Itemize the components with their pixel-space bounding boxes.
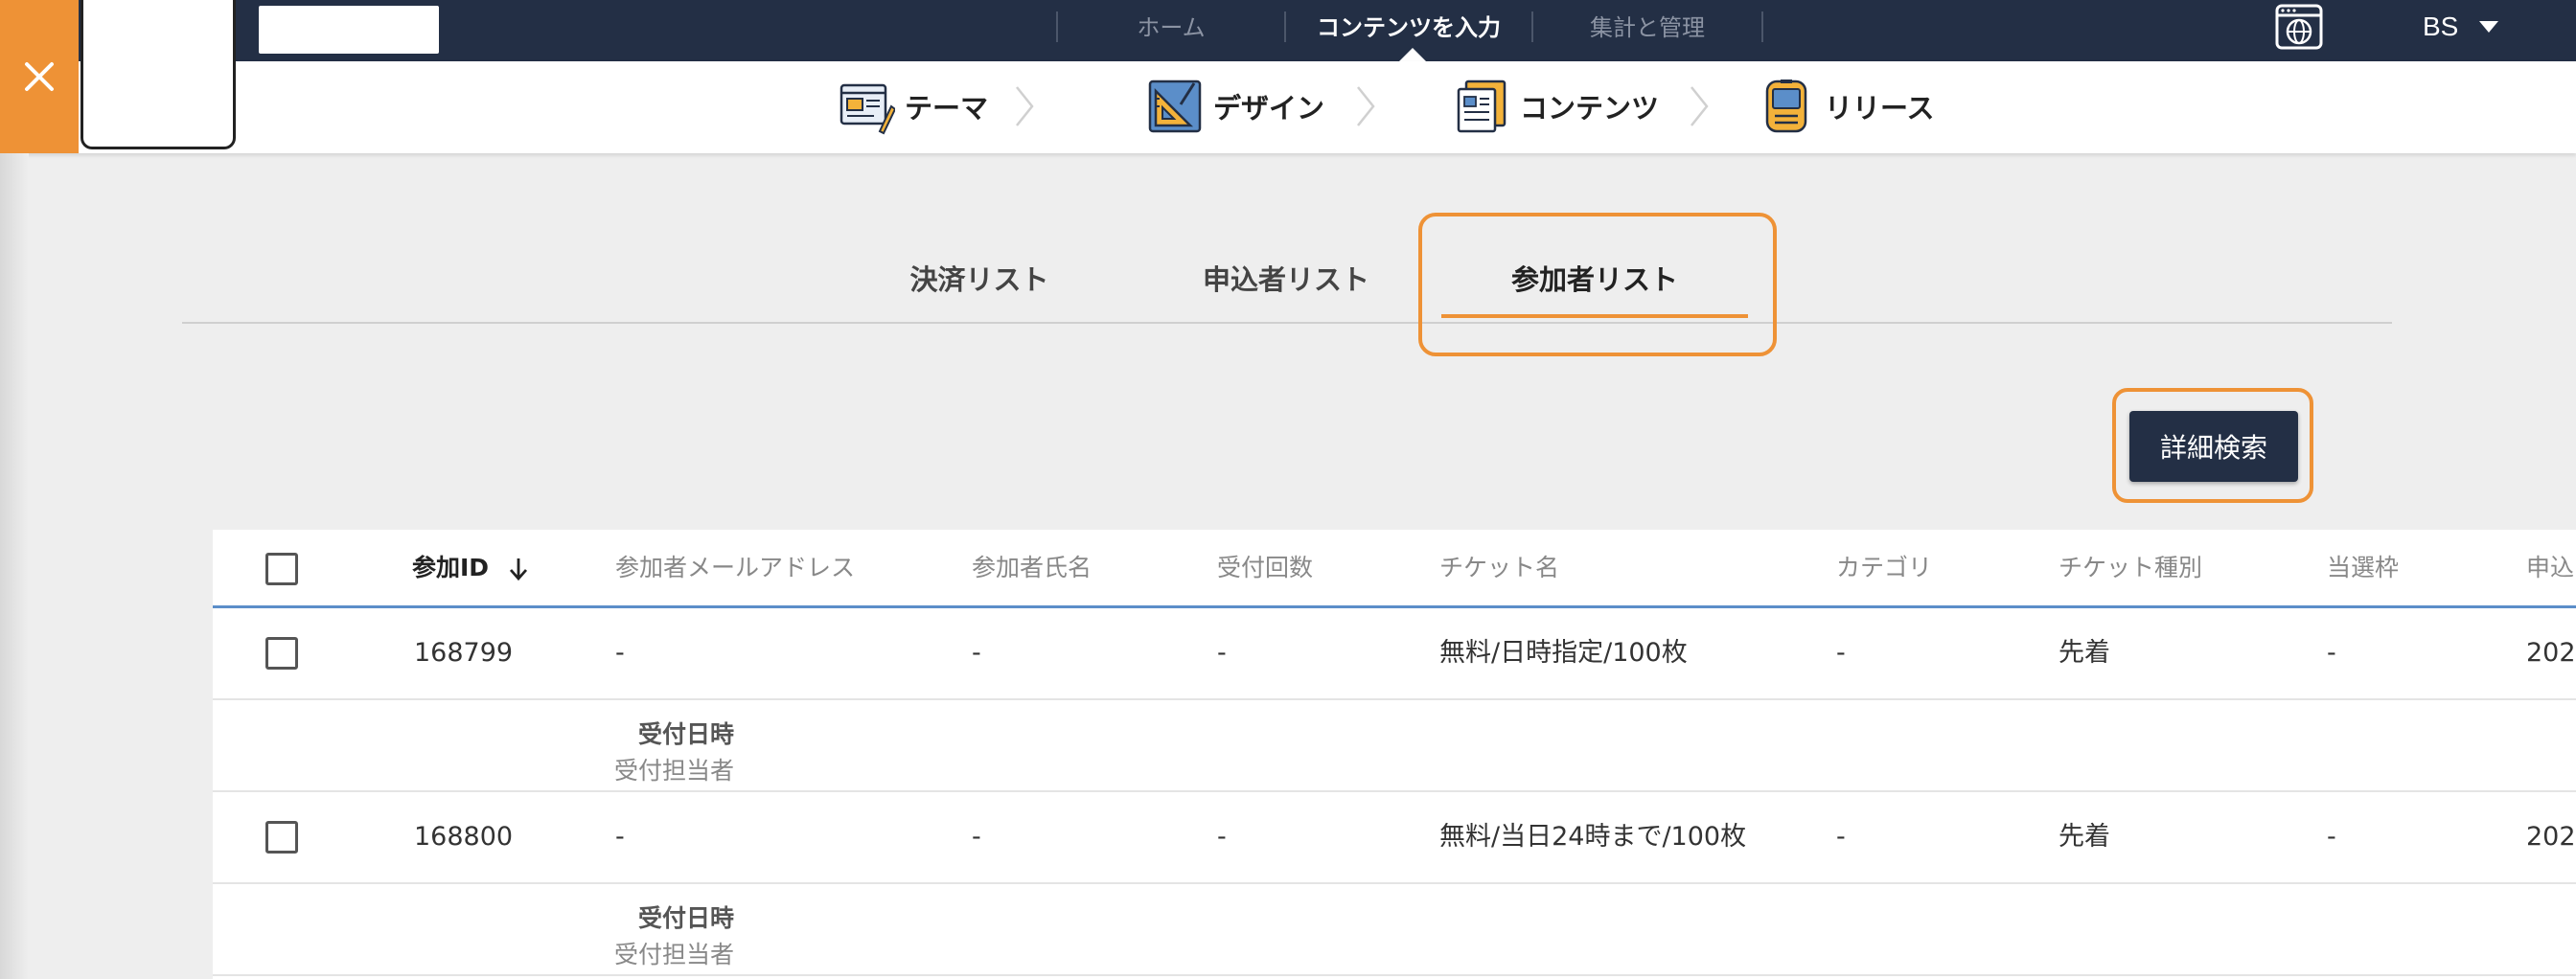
column-header-ticket-type[interactable]: チケット種別 bbox=[2058, 530, 2202, 606]
logo-placeholder[interactable] bbox=[80, 0, 236, 149]
cell-ticket: 無料/当日24時まで/100枚 bbox=[1439, 822, 1747, 852]
user-menu[interactable]: BS bbox=[2423, 6, 2499, 48]
cell-ticket-type: 先着 bbox=[2058, 638, 2110, 668]
sort-desc-icon[interactable] bbox=[507, 556, 530, 582]
tab-participant-list[interactable]: 参加者リスト bbox=[1491, 251, 1698, 308]
table-row-detail: 受付日時 受付担当者 bbox=[213, 884, 2576, 976]
top-bar: ホーム コンテンツを入力 集計と管理 BS bbox=[0, 0, 2576, 61]
cell-id[interactable]: 168800 bbox=[414, 792, 513, 882]
tab-applicant-list[interactable]: 申込者リスト bbox=[1192, 251, 1380, 308]
step-release-label: リリース bbox=[1825, 92, 1935, 125]
column-header-count[interactable]: 受付回数 bbox=[1217, 530, 1313, 606]
cell-ticket-type: 先着 bbox=[2058, 822, 2110, 852]
column-header-ticket[interactable]: チケット名 bbox=[1439, 530, 1559, 606]
column-header-slot[interactable]: 当選枠 bbox=[2327, 530, 2399, 606]
cell-name: - bbox=[972, 822, 981, 852]
theme-icon bbox=[840, 83, 895, 135]
user-initials: BS bbox=[2423, 11, 2459, 41]
contents-icon bbox=[1457, 80, 1506, 133]
column-header-applied[interactable]: 申込 bbox=[2526, 530, 2574, 606]
top-nav: ホーム コンテンツを入力 集計と管理 bbox=[0, 0, 2576, 61]
chevron-right-icon bbox=[1016, 86, 1034, 126]
step-theme-label: テーマ bbox=[905, 92, 989, 125]
design-icon bbox=[1148, 80, 1202, 133]
chevron-right-icon bbox=[1690, 86, 1709, 126]
cell-count: - bbox=[1217, 822, 1227, 852]
column-header-id-label: 参加ID bbox=[412, 554, 490, 581]
step-contents-label: コンテンツ bbox=[1520, 92, 1660, 125]
active-tab-underline bbox=[1441, 314, 1748, 318]
step-design[interactable]: デザイン bbox=[1146, 75, 1324, 138]
table-row-detail: 受付日時 受付担当者 bbox=[213, 700, 2576, 792]
received-datetime-label: 受付日時 bbox=[637, 720, 734, 748]
cell-name: - bbox=[972, 638, 981, 668]
nav-divider bbox=[1761, 11, 1763, 42]
column-header-id[interactable]: 参加ID bbox=[412, 530, 530, 606]
caret-down-icon bbox=[2479, 21, 2499, 33]
table-header: 参加ID 参加者メールアドレス 参加者氏名 受付回数 チケット名 カテゴリ チケ… bbox=[213, 530, 2576, 608]
cell-count: - bbox=[1217, 638, 1227, 668]
cell-slot: - bbox=[2327, 822, 2336, 852]
step-design-label: デザイン bbox=[1213, 92, 1325, 125]
left-gutter bbox=[0, 153, 29, 979]
cell-applied: 202 bbox=[2526, 638, 2576, 668]
participant-table: 参加ID 参加者メールアドレス 参加者氏名 受付回数 チケット名 カテゴリ チケ… bbox=[213, 530, 2576, 979]
received-datetime-label: 受付日時 bbox=[637, 904, 734, 932]
step-contents[interactable]: コンテンツ bbox=[1453, 75, 1659, 138]
select-all-checkbox[interactable] bbox=[265, 553, 298, 585]
nav-home[interactable]: ホーム bbox=[1058, 0, 1284, 56]
column-header-email[interactable]: 参加者メールアドレス bbox=[615, 530, 855, 606]
received-staff-label: 受付担当者 bbox=[613, 757, 734, 785]
table-row-main: 168799 - - - 無料/日時指定/100枚 - 先着 - 202 bbox=[213, 608, 2576, 700]
cell-email: - bbox=[615, 822, 625, 852]
cell-slot: - bbox=[2327, 638, 2336, 668]
table-row-main: 168800 - - - 無料/当日24時まで/100枚 - 先着 - 202 bbox=[213, 792, 2576, 884]
globe-icon[interactable] bbox=[2275, 4, 2323, 50]
column-header-category[interactable]: カテゴリ bbox=[1836, 530, 1932, 606]
cell-ticket: 無料/日時指定/100枚 bbox=[1439, 638, 1688, 668]
tabs-divider bbox=[182, 322, 2392, 324]
close-button[interactable] bbox=[0, 0, 79, 153]
step-release[interactable]: リリース bbox=[1758, 75, 1935, 138]
step-bar: テーマ デザイン コンテンツ リリース bbox=[0, 61, 2576, 153]
release-icon bbox=[1765, 80, 1807, 133]
active-nav-indicator bbox=[1399, 48, 1426, 61]
cell-category: - bbox=[1836, 638, 1846, 668]
row-checkbox[interactable] bbox=[265, 821, 298, 854]
nav-aggregate-manage[interactable]: 集計と管理 bbox=[1533, 0, 1761, 56]
chevron-right-icon bbox=[1357, 86, 1375, 126]
row-checkbox[interactable] bbox=[265, 637, 298, 670]
cell-id[interactable]: 168799 bbox=[414, 608, 513, 698]
advanced-search-button[interactable]: 詳細検索 bbox=[2129, 411, 2298, 482]
close-icon bbox=[25, 62, 54, 91]
cell-applied: 202 bbox=[2526, 822, 2576, 852]
column-header-name[interactable]: 参加者氏名 bbox=[972, 530, 1092, 606]
cell-email: - bbox=[615, 638, 625, 668]
received-staff-label: 受付担当者 bbox=[613, 941, 734, 968]
cell-category: - bbox=[1836, 822, 1846, 852]
tab-payment-list[interactable]: 決済リスト bbox=[891, 251, 1068, 308]
step-theme[interactable]: テーマ bbox=[838, 75, 988, 138]
